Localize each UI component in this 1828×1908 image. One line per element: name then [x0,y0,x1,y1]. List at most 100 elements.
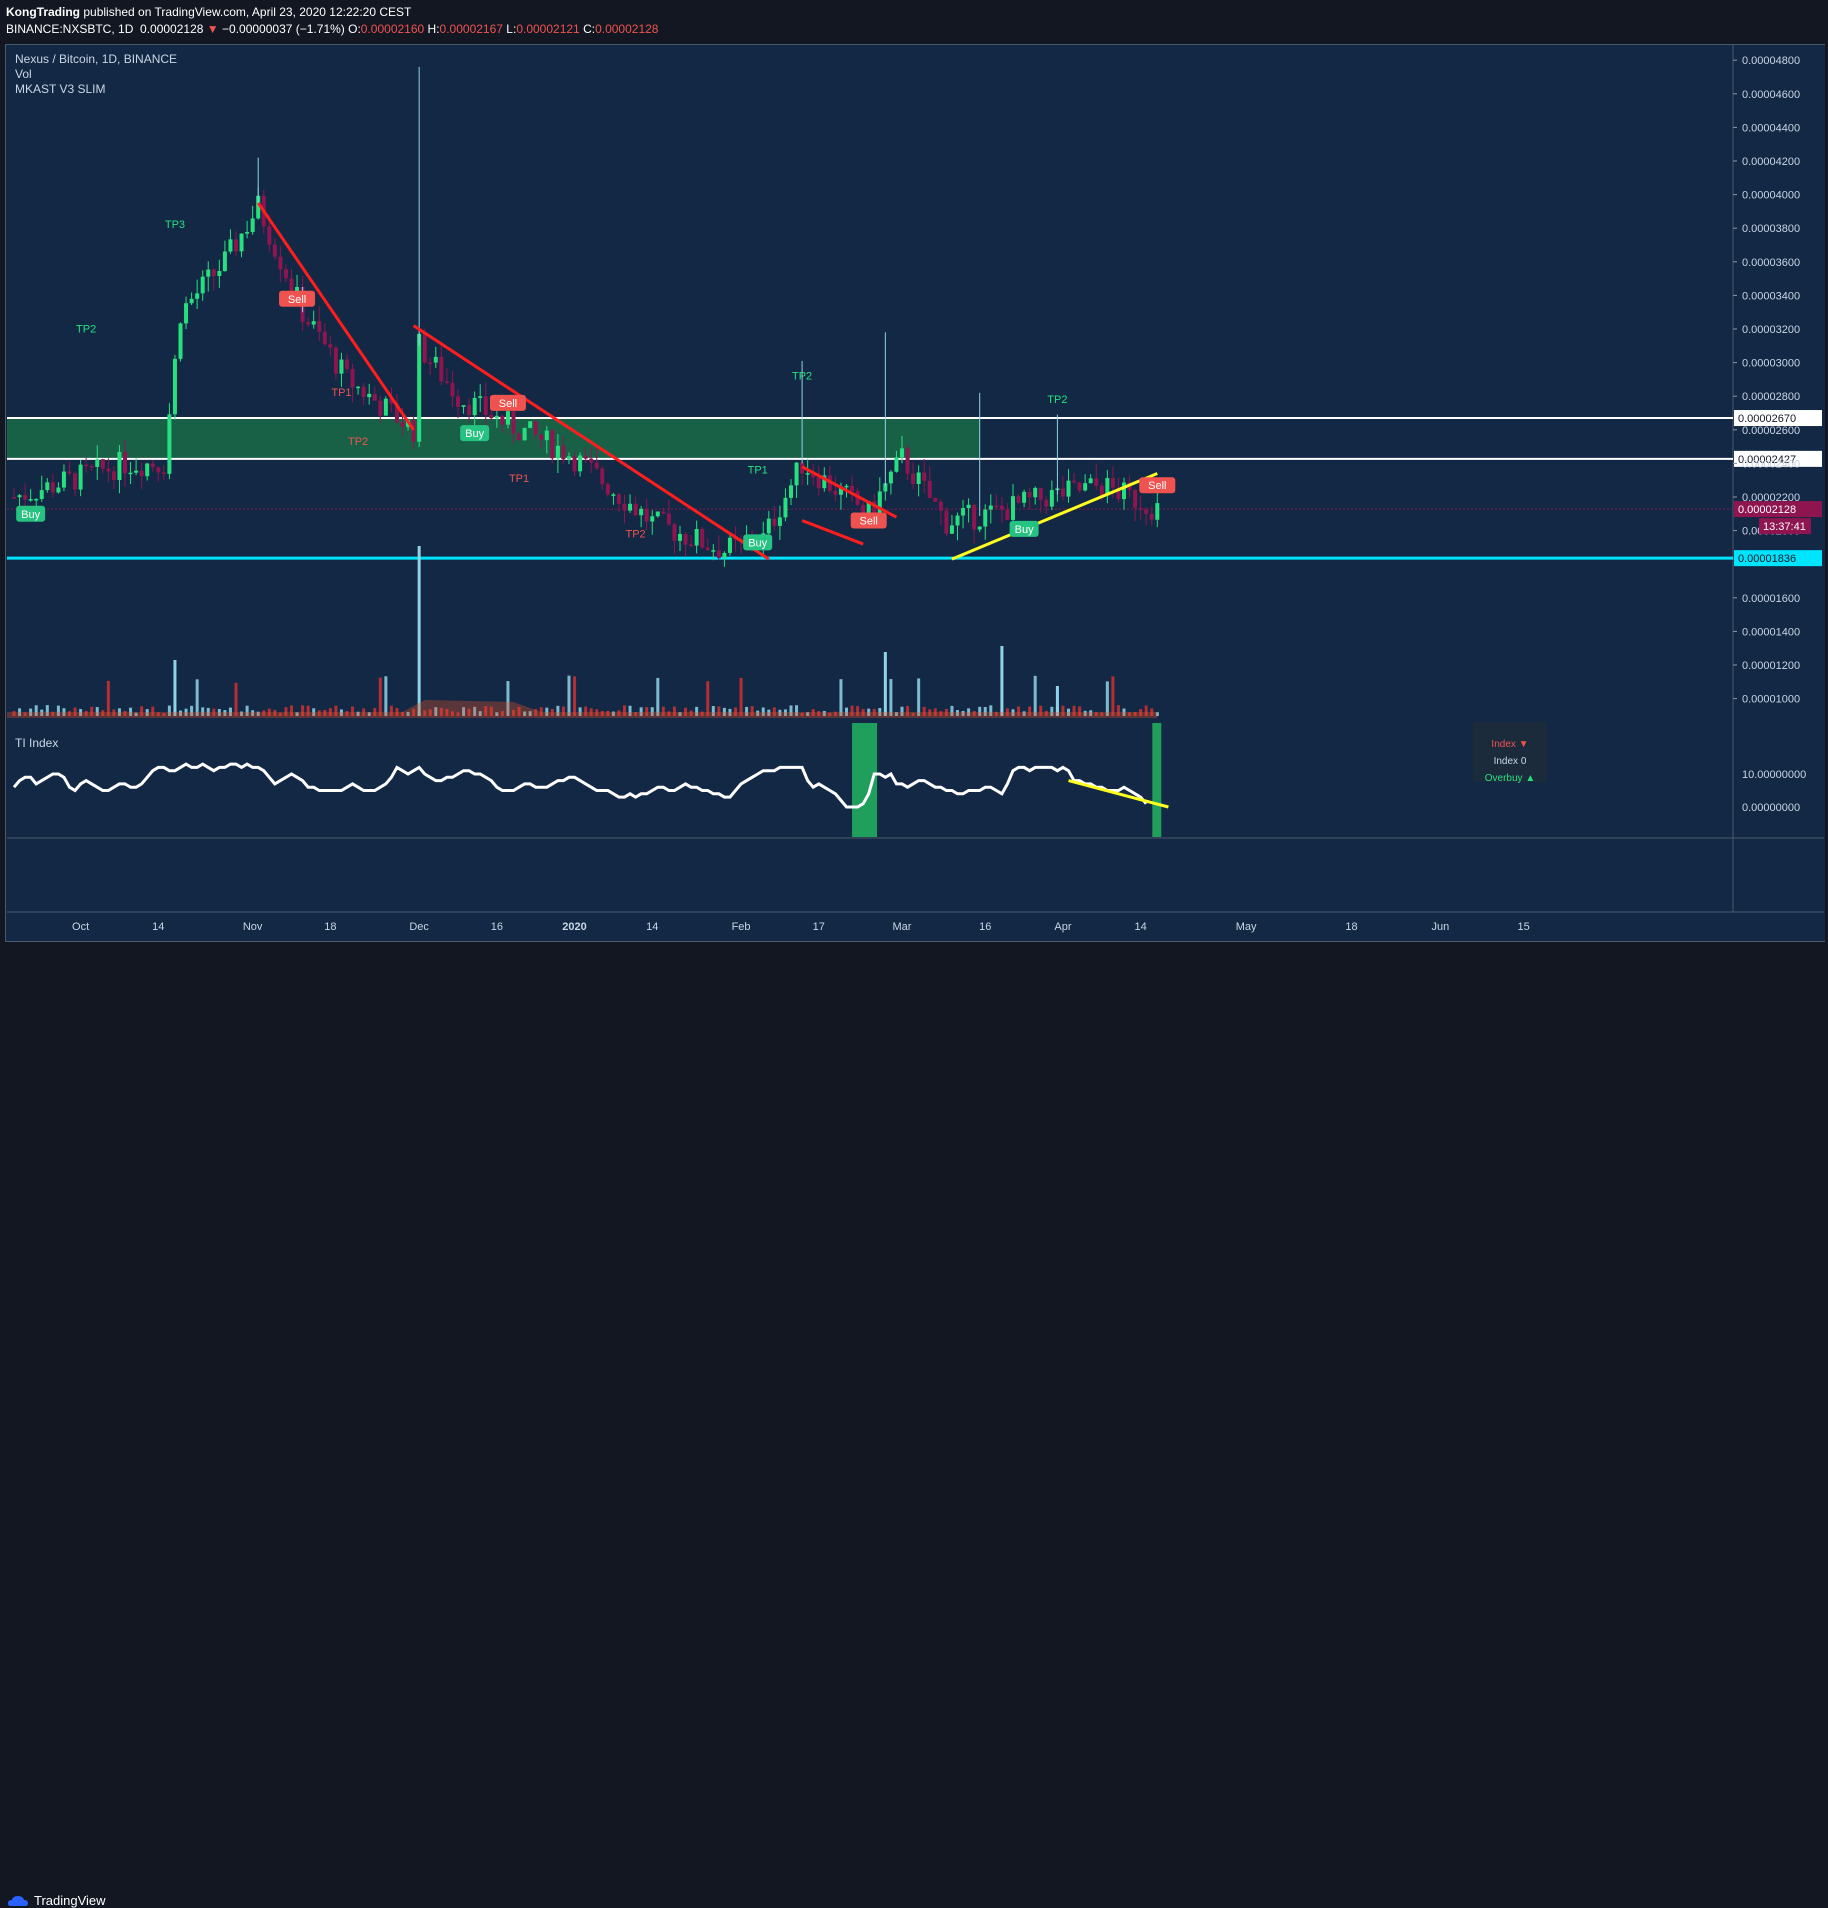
trend-line[interactable] [801,465,898,519]
candle-body [1138,507,1143,510]
volume-bar [106,680,110,716]
candle-body [350,368,355,388]
candle-body [411,420,416,442]
candle-body [211,269,216,277]
candle-body [267,226,272,245]
x-tick-label: Feb [732,921,751,933]
sell-signal-label: Sell [288,294,306,306]
candle-body [783,497,788,518]
y-tick-label: 0.00003200 [1742,324,1800,336]
sub-y-tick-label: 0.00000000 [1742,802,1800,814]
candle-body [167,414,172,474]
candle-body [1133,489,1138,508]
volume-bar [1105,681,1109,716]
sell-signal-label: Sell [499,398,517,410]
supply-demand-zone [7,418,980,459]
candle-body [128,472,133,475]
candle-body [428,362,433,364]
volume-bar [839,679,843,716]
candle-body [200,276,205,294]
candle-body [678,533,682,541]
candle-body [983,509,988,527]
y-tick-label: 0.00003800 [1742,223,1800,235]
candle-body [694,528,699,546]
last-price-label: 0.00002128 [1738,504,1796,516]
candle-body [1038,487,1043,500]
volume-spike-bar [1055,686,1059,716]
candle-body [433,356,438,363]
candle-body [239,233,244,252]
y-tick-label: 0.00004800 [1742,55,1800,67]
candle-body [949,525,954,534]
candle-body [561,445,566,460]
candle-body [1110,478,1115,488]
volume-bar [195,679,199,716]
y-tick-label: 0.00003000 [1742,358,1800,370]
candle-body [67,471,72,474]
candle-body [966,504,971,509]
candle-body [550,430,555,459]
legend-indicator[interactable]: MKAST V3 SLIM [15,82,105,96]
candle-body [306,322,311,325]
volume-spike-bar [173,660,177,716]
volume-bar [378,677,382,716]
candle-body [683,533,688,545]
candle-body [1060,488,1065,497]
sub-y-tick-label: 10.00000000 [1742,769,1806,781]
y-tick-label: 0.00003600 [1742,257,1800,269]
price-chart[interactable]: 0.000026700.000024270.00001836BuyTP2TP3S… [0,0,1828,942]
candle-body [716,550,721,559]
candle-body [727,537,732,553]
candle-body [633,503,638,516]
candle-body [1099,485,1104,496]
tradingview-logo[interactable]: TradingView [8,1893,106,1908]
candle-body [100,459,105,469]
candle-body [34,498,39,501]
candle-body [494,415,499,419]
candle-body [28,499,33,501]
volume-spike-bar [883,652,887,716]
candle-body [367,393,372,398]
candle-body [505,411,510,425]
legend-volume[interactable]: Vol [15,67,32,81]
candle-body [927,480,932,499]
volume-bar [739,677,743,716]
candle-body [417,333,422,442]
trend-line[interactable] [951,472,1158,561]
legend-pair[interactable]: Nexus / Bitcoin, 1D, BINANCE [15,52,177,66]
candle-body [578,455,583,472]
x-tick-label: 14 [646,921,658,933]
candle-body [672,524,677,541]
index-popup-line: Overbuy ▲ [1485,773,1535,784]
candle-body [911,473,916,485]
candle-body [61,471,66,488]
candle-body [439,356,444,382]
x-tick-label: 18 [324,921,336,933]
candle-body [245,232,250,234]
candle-body [12,497,16,499]
candle-body [905,448,910,474]
volume-bar [1033,675,1037,716]
candle-body [1033,487,1038,498]
candle-body [311,321,316,325]
candle-body [178,323,183,359]
candle-body [1066,480,1071,497]
y-tick-label: 0.00001200 [1742,660,1800,672]
candle-body [661,511,666,514]
candle-body [45,482,50,491]
volume-bar [656,677,660,716]
candle-body [705,547,710,551]
x-tick-label: 18 [1345,921,1357,933]
volume-bar [573,676,577,716]
candle-body [567,456,571,460]
candle-body [23,495,28,500]
candle-body [605,484,610,495]
legend-sub-indicator[interactable]: TI Index [15,736,58,750]
candle-body [611,494,616,496]
candle-body [339,359,344,374]
tradingview-cloud-icon [8,1895,28,1906]
y-tick-label: 0.00001600 [1742,593,1800,605]
candle-body [722,552,727,559]
candle-body [189,298,194,304]
candle-body [78,464,83,490]
